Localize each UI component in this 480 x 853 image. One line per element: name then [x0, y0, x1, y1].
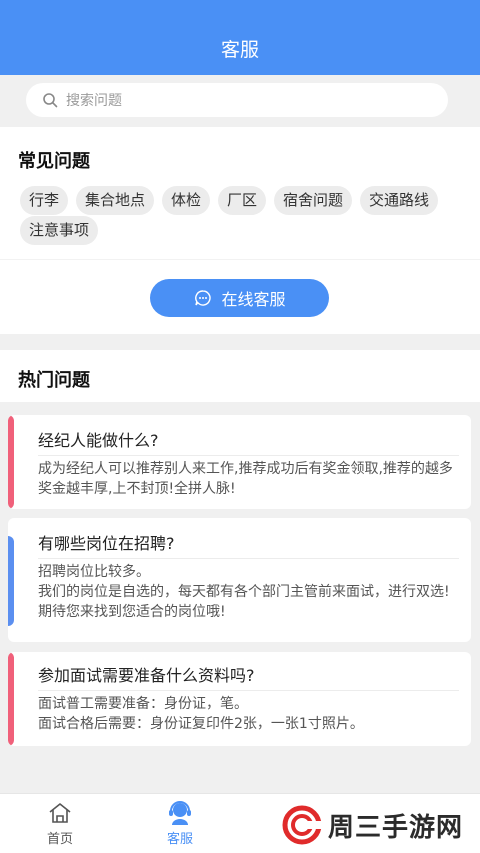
tag-luggage[interactable]: 行李 — [20, 186, 68, 215]
tag-transport-route[interactable]: 交通路线 — [360, 186, 438, 215]
answer-line: 面试合格后需要：身份证复印件2张，一张1寸照片。 — [38, 716, 364, 732]
question-title: 有哪些岗位在招聘? — [38, 534, 175, 553]
answer-line: 期待您来找到您适合的岗位哦! — [38, 604, 226, 620]
tag-medical-check[interactable]: 体检 — [162, 186, 210, 215]
question-card[interactable]: 参加面试需要准备什么资料吗? 面试普工需要准备：身份证，笔。 面试合格后需要：身… — [8, 652, 471, 746]
hot-section-header: 热门问题 — [0, 350, 480, 402]
tag-dormitory[interactable]: 宿舍问题 — [274, 186, 352, 215]
search-input[interactable]: 搜索问题 — [26, 83, 448, 117]
page-title: 客服 — [220, 39, 259, 61]
online-service-button[interactable]: 在线客服 — [150, 279, 329, 317]
question-title: 参加面试需要准备什么资料吗? — [38, 666, 255, 685]
question-card[interactable]: 有哪些岗位在招聘? 招聘岗位比较多。 我们的岗位是自选的，每天都有各个部门主管前… — [8, 518, 471, 642]
tab-home-label: 首页 — [46, 832, 73, 847]
hot-title: 热门问题 — [18, 370, 90, 391]
divider — [38, 558, 459, 559]
customer-service-icon — [140, 800, 220, 826]
tag-notes[interactable]: 注意事项 — [20, 216, 98, 245]
faq-title: 常见问题 — [18, 151, 90, 172]
watermark-logo-icon — [282, 805, 322, 845]
search-icon — [40, 90, 60, 110]
divider — [38, 455, 459, 456]
answer-line: 我们的岗位是自选的，每天都有各个部门主管前来面试，进行双选! — [38, 584, 450, 600]
answer-line: 招聘岗位比较多。 — [38, 564, 150, 580]
online-service-label: 在线客服 — [221, 290, 286, 309]
divider — [38, 690, 459, 691]
search-placeholder: 搜索问题 — [66, 93, 122, 109]
search-area: 搜索问题 — [0, 75, 480, 126]
tag-meeting-point[interactable]: 集合地点 — [76, 186, 154, 215]
question-card[interactable]: 经纪人能做什么? 成为经纪人可以推荐别人来工作,推荐成功后有奖金领取,推荐的越多… — [8, 415, 471, 509]
watermark: 周三手游网 — [282, 805, 463, 845]
home-icon — [20, 800, 100, 826]
accent-bar — [8, 415, 14, 509]
answer-line: 面试普工需要准备：身份证，笔。 — [38, 696, 248, 712]
answer-line: 成为经纪人可以推荐别人来工作,推荐成功后有奖金领取,推荐的越多奖金越丰厚,上不封… — [38, 461, 453, 497]
tab-service-label: 客服 — [166, 832, 193, 847]
chat-icon — [193, 288, 213, 308]
tab-home[interactable]: 首页 — [20, 800, 100, 847]
accent-bar — [8, 536, 14, 626]
faq-section: 常见问题 行李 集合地点 体检 厂区 宿舍问题 交通路线 注意事项 在线客服 — [0, 127, 480, 334]
question-title: 经纪人能做什么? — [38, 431, 159, 450]
answer-text: 招聘岗位比较多。 我们的岗位是自选的，每天都有各个部门主管前来面试，进行双选! … — [38, 562, 461, 622]
app-header: 客服 — [0, 0, 480, 75]
tab-service[interactable]: 客服 — [140, 800, 220, 847]
divider — [0, 259, 480, 260]
answer-text: 成为经纪人可以推荐别人来工作,推荐成功后有奖金领取,推荐的越多奖金越丰厚,上不封… — [38, 459, 461, 499]
answer-text: 面试普工需要准备：身份证，笔。 面试合格后需要：身份证复印件2张，一张1寸照片。 — [38, 694, 461, 734]
watermark-text: 周三手游网 — [328, 812, 464, 843]
tag-factory-area[interactable]: 厂区 — [218, 186, 266, 215]
accent-bar — [8, 652, 14, 746]
